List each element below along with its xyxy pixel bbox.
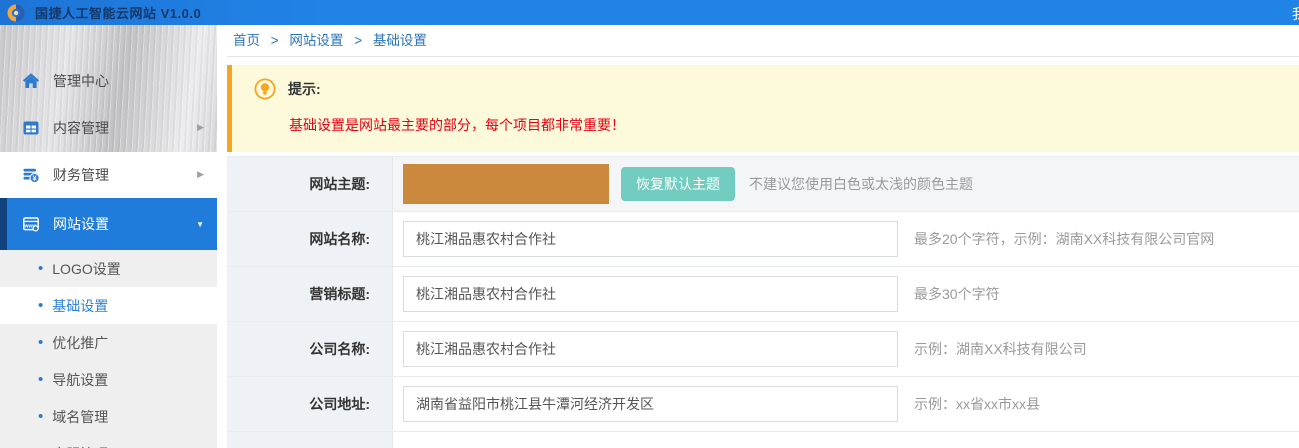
sidebar-item-label: 财务管理 <box>53 165 109 185</box>
sidebar-subitem-domain-mgmt[interactable]: • 域名管理 <box>0 398 217 435</box>
topbar: 国捷人工智能云网站 V1.0.0 我 <box>0 0 1299 25</box>
bullet-icon: • <box>38 261 43 276</box>
form-row-site-name: 网站名称: 最多20个字符，示例：湖南XX科技有限公司官网 <box>227 212 1299 267</box>
subitem-label: 优化推广 <box>52 333 108 353</box>
breadcrumb-website-settings[interactable]: 网站设置 <box>289 33 343 48</box>
sidebar-item-admin-center[interactable]: 管理中心 <box>0 57 217 104</box>
logo-icon <box>7 4 25 22</box>
bullet-icon: • <box>38 409 43 424</box>
subitem-label: 域名管理 <box>52 407 108 427</box>
breadcrumb-separator: > <box>271 33 279 48</box>
form-row-marketing-title: 营销标题: 最多30个字符 <box>227 267 1299 322</box>
app-title: 国捷人工智能云网站 V1.0.0 <box>35 3 201 22</box>
basic-settings-form: 网站主题: 恢复默认主题 不建议您使用白色或太浅的颜色主题 网站名称: 最多20… <box>227 156 1299 448</box>
expand-arrow-icon: ▶ <box>197 169 204 180</box>
main-content: 首页 > 网站设置 > 基础设置 提示: 基础设置是网站最主要的部分，每个项目都… <box>227 25 1299 448</box>
theme-color-swatch[interactable] <box>403 164 609 204</box>
form-row-partial <box>227 432 1299 448</box>
content-grid-icon <box>22 119 40 137</box>
breadcrumb: 首页 > 网站设置 > 基础设置 <box>227 25 1299 57</box>
subitem-label: LOGO设置 <box>52 259 120 279</box>
tip-message: 基础设置是网站最主要的部分，每个项目都非常重要！ <box>289 115 1289 135</box>
company-name-input[interactable] <box>403 331 898 367</box>
site-name-hint: 最多20个字符，示例：湖南XX科技有限公司官网 <box>914 229 1214 249</box>
sidebar-subitem-seo[interactable]: • 优化推广 <box>0 324 217 361</box>
expand-arrow-icon: ▶ <box>197 122 204 133</box>
company-address-input[interactable] <box>403 386 898 422</box>
finance-coins-icon: ¥ <box>22 166 40 184</box>
sidebar-item-content-mgmt[interactable]: 内容管理 ▶ <box>0 104 217 151</box>
sidebar-item-label: 内容管理 <box>53 118 109 138</box>
form-row-company-name: 公司名称: 示例：湖南XX科技有限公司 <box>227 322 1299 377</box>
bullet-icon: • <box>38 298 43 313</box>
subitem-label: 导航设置 <box>52 370 108 390</box>
sidebar-item-finance-mgmt[interactable]: ¥ 财务管理 ▶ <box>0 151 217 198</box>
company-name-label: 公司名称: <box>227 322 393 376</box>
restore-default-theme-button[interactable]: 恢复默认主题 <box>621 167 735 201</box>
sidebar: 管理中心 内容管理 ▶ ¥ 财务管理 ▶ <box>0 25 217 448</box>
collapse-caret-icon: ▼ <box>196 220 204 229</box>
breadcrumb-basic-settings[interactable]: 基础设置 <box>373 33 427 48</box>
site-name-input[interactable] <box>403 221 898 257</box>
sidebar-subitem-basic-settings[interactable]: • 基础设置 <box>0 287 217 324</box>
topbar-user-text[interactable]: 我 <box>1292 4 1299 24</box>
tip-box: 提示: 基础设置是网站最主要的部分，每个项目都非常重要！ <box>227 65 1299 152</box>
company-address-hint: 示例：xx省xx市xx县 <box>914 394 1040 414</box>
sidebar-item-label: 管理中心 <box>53 71 109 91</box>
sidebar-subitem-logo-settings[interactable]: • LOGO设置 <box>0 250 217 287</box>
tip-title: 提示: <box>288 79 321 99</box>
form-row-company-address: 公司地址: 示例：xx省xx市xx县 <box>227 377 1299 432</box>
company-name-hint: 示例：湖南XX科技有限公司 <box>914 339 1087 359</box>
sidebar-item-label: 网站设置 <box>53 214 109 234</box>
sidebar-subitem-customer-service[interactable]: • 客服管理 <box>0 435 217 448</box>
sidebar-menu: 管理中心 内容管理 ▶ ¥ 财务管理 ▶ <box>0 57 217 448</box>
website-theme-label: 网站主题: <box>227 157 393 211</box>
breadcrumb-separator: > <box>354 33 362 48</box>
breadcrumb-home[interactable]: 首页 <box>233 33 260 48</box>
sidebar-item-website-settings[interactable]: www 网站设置 ▼ <box>0 198 217 250</box>
subitem-label: 客服管理 <box>52 444 108 448</box>
partial-row-label <box>227 432 393 448</box>
marketing-title-label: 营销标题: <box>227 267 393 321</box>
bullet-icon: • <box>38 335 43 350</box>
bullet-icon: • <box>38 372 43 387</box>
company-address-label: 公司地址: <box>227 377 393 431</box>
sidebar-subitem-nav-settings[interactable]: • 导航设置 <box>0 361 217 398</box>
marketing-title-input[interactable] <box>403 276 898 312</box>
site-name-label: 网站名称: <box>227 212 393 266</box>
lightbulb-icon <box>254 78 276 100</box>
form-row-theme: 网站主题: 恢复默认主题 不建议您使用白色或太浅的颜色主题 <box>227 157 1299 212</box>
theme-hint: 不建议您使用白色或太浅的颜色主题 <box>749 174 973 194</box>
website-window-icon: www <box>22 215 40 233</box>
marketing-title-hint: 最多30个字符 <box>914 284 1000 304</box>
sidebar-submenu: • LOGO设置 • 基础设置 • 优化推广 • 导航设置 • 域名管理 • 客… <box>0 250 217 448</box>
home-icon <box>22 72 40 90</box>
subitem-label: 基础设置 <box>52 296 108 316</box>
